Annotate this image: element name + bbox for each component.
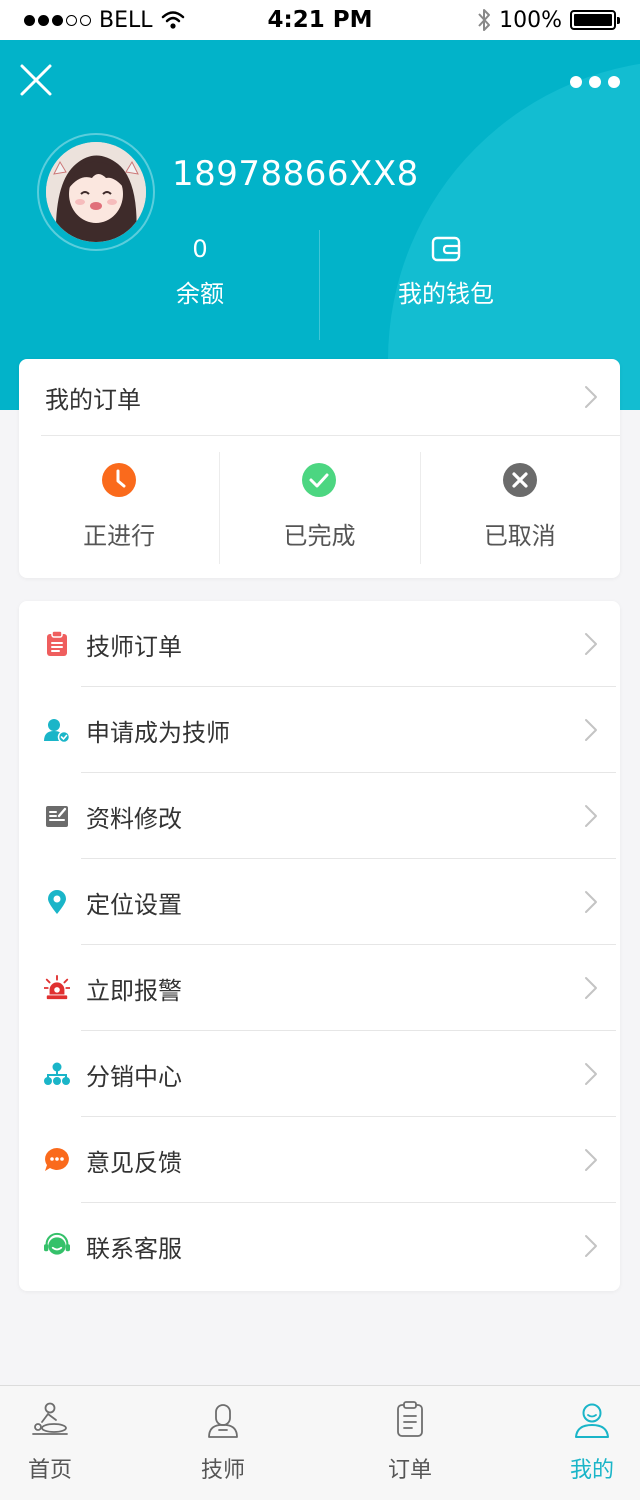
menu-label: 分销中心 (86, 1062, 182, 1091)
chevron-right-icon (585, 386, 597, 408)
org-chart-icon (44, 1061, 70, 1087)
my-orders-header[interactable]: 我的订单 (41, 359, 620, 436)
order-status-cancelled[interactable]: 已取消 (419, 452, 620, 577)
wallet-icon (431, 236, 461, 262)
alarm-siren-icon (44, 975, 70, 1001)
clock-icon (102, 463, 137, 497)
clipboard-icon (44, 631, 70, 657)
battery-fill (574, 14, 612, 26)
menu-item-location-settings[interactable]: 定位设置 (19, 859, 620, 945)
tab-label: 订单 (387, 1458, 432, 1483)
customer-service-icon (44, 1232, 70, 1259)
order-status-row: 正进行 已完成 已取消 (19, 436, 620, 577)
tab-technician[interactable]: 技师 (173, 1400, 273, 1484)
tab-home[interactable]: 首页 (0, 1400, 100, 1484)
menu-label: 定位设置 (86, 890, 182, 919)
tab-orders[interactable]: 订单 (360, 1400, 460, 1484)
menu-item-edit-profile[interactable]: 资料修改 (19, 773, 620, 859)
cancel-circle-icon (502, 463, 537, 497)
location-pin-icon (44, 889, 70, 915)
chevron-right-icon (585, 1149, 597, 1171)
menu-item-technician-orders[interactable]: 技师订单 (19, 601, 620, 687)
menu-item-apply-technician[interactable]: 申请成为技师 (19, 687, 620, 773)
order-status-completed[interactable]: 已完成 (219, 452, 419, 577)
chevron-right-icon (585, 977, 597, 999)
tab-label: 我的 (569, 1458, 614, 1483)
wallet-stat[interactable]: 我的钱包 (326, 230, 566, 309)
close-icon[interactable] (18, 62, 54, 98)
chevron-right-icon (585, 805, 597, 827)
chevron-right-icon (585, 633, 597, 655)
bottom-tab-bar: 首页 技师 订单 我的 (0, 1385, 640, 1500)
menu-item-customer-service[interactable]: 联系客服 (19, 1203, 620, 1289)
avatar-image (46, 142, 146, 242)
user-verified-icon (44, 717, 70, 743)
menu-item-emergency-alarm[interactable]: 立即报警 (19, 945, 620, 1031)
user-phone: 18978866XX8 (172, 154, 419, 194)
status-label: 已取消 (483, 522, 556, 550)
bluetooth-icon (478, 9, 491, 31)
more-icon[interactable] (570, 76, 620, 90)
technician-icon (208, 1404, 238, 1438)
wifi-icon (161, 11, 184, 29)
status-label: 已完成 (283, 522, 356, 550)
chevron-right-icon (585, 719, 597, 741)
wallet-icon-wrap (326, 230, 566, 268)
chevron-right-icon (585, 1235, 597, 1257)
balance-label: 余额 (176, 280, 224, 308)
order-status-ongoing[interactable]: 正进行 (19, 452, 219, 577)
my-orders-card: 我的订单 正进行 已完成 已取消 (19, 359, 620, 578)
menu-item-distribution-center[interactable]: 分销中心 (19, 1031, 620, 1117)
stat-divider (319, 230, 320, 340)
balance-stat[interactable]: 0 余额 (80, 230, 320, 309)
tab-me[interactable]: 我的 (542, 1400, 640, 1484)
menu-label: 资料修改 (86, 804, 182, 833)
order-list-icon (397, 1401, 423, 1437)
signal-strength-icon (24, 14, 91, 26)
status-bar: BELL 4:21 PM 100% (0, 0, 640, 40)
status-bar-left: BELL (24, 8, 185, 33)
menu-item-feedback[interactable]: 意见反馈 (19, 1117, 620, 1203)
tab-label: 首页 (27, 1458, 72, 1483)
menu-label: 联系客服 (86, 1234, 182, 1263)
menu-label: 立即报警 (86, 976, 182, 1005)
check-circle-icon (302, 463, 337, 497)
feedback-bubble-icon (44, 1147, 70, 1173)
edit-profile-icon (44, 803, 70, 829)
profile-icon (575, 1403, 609, 1438)
my-orders-title: 我的订单 (45, 385, 141, 414)
balance-value: 0 (192, 235, 208, 263)
battery-percent: 100% (499, 7, 562, 33)
tab-label: 技师 (200, 1458, 245, 1483)
carrier-name: BELL (99, 7, 153, 33)
wallet-label: 我的钱包 (398, 280, 494, 308)
status-label: 正进行 (83, 522, 156, 550)
status-bar-right: 100% (477, 7, 620, 33)
menu-label: 申请成为技师 (86, 718, 230, 747)
chevron-right-icon (585, 1063, 597, 1085)
menu-card: 技师订单 申请成为技师 资料修改 定位设置 立即报警 分销中心 意见反馈 联系客… (19, 601, 620, 1291)
menu-label: 技师订单 (86, 632, 182, 661)
home-massage-icon (32, 1402, 68, 1435)
profile-header: 18978866XX8 0 余额 我的钱包 (0, 40, 640, 410)
chevron-right-icon (585, 891, 597, 913)
battery-icon (570, 10, 620, 30)
menu-label: 意见反馈 (86, 1148, 182, 1177)
